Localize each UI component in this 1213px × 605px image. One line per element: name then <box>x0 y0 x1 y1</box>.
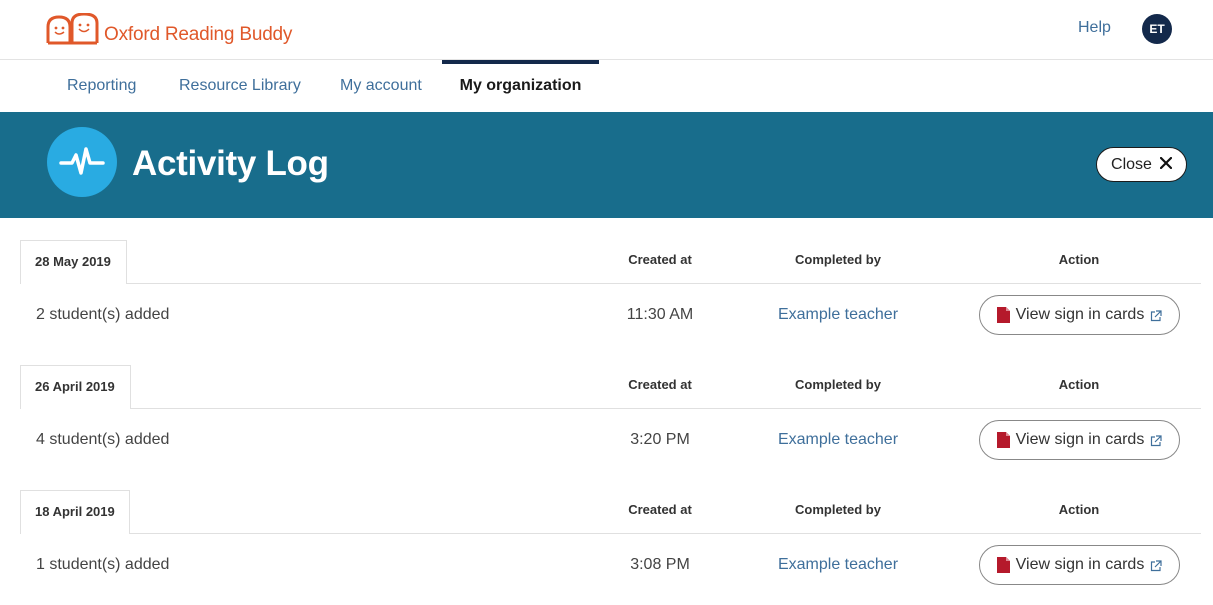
tab-resource-library[interactable]: Resource Library <box>179 60 301 112</box>
completed-by-link[interactable]: Example teacher <box>758 556 918 574</box>
completed-by-link[interactable]: Example teacher <box>758 431 918 449</box>
close-button-label: Close <box>1111 155 1152 173</box>
help-link[interactable]: Help <box>1078 19 1111 37</box>
created-at-header: Created at <box>628 377 692 392</box>
tab-reporting[interactable]: Reporting <box>67 60 136 112</box>
brand-name: Oxford Reading Buddy <box>104 24 293 45</box>
brand-logo[interactable]: Oxford Reading Buddy <box>46 12 292 46</box>
created-at-value: 3:08 PM <box>630 556 690 573</box>
user-avatar[interactable]: ET <box>1142 14 1172 44</box>
external-link-icon <box>1150 559 1162 572</box>
created-at-header: Created at <box>628 252 692 267</box>
tab-my-organization[interactable]: My organization <box>442 60 599 112</box>
page-title: Activity Log <box>132 144 329 183</box>
action-header: Action <box>1058 252 1100 267</box>
close-icon <box>1159 156 1173 174</box>
action-header: Action <box>1058 502 1100 517</box>
action-header: Action <box>1058 377 1100 392</box>
view-sign-in-cards-button[interactable]: View sign in cards <box>979 545 1180 585</box>
created-at-header: Created at <box>628 502 692 517</box>
pulse-icon <box>47 127 117 197</box>
completed-by-header: Completed by <box>795 502 881 517</box>
log-group: 28 May 2019 Created at Completed by Acti… <box>20 240 1201 365</box>
divider <box>20 283 1201 284</box>
buddy-logo-icon <box>46 12 100 45</box>
top-header: Oxford Reading Buddy Help ET <box>0 0 1213 60</box>
date-tab[interactable]: 28 May 2019 <box>20 240 127 284</box>
divider <box>20 408 1201 409</box>
view-sign-in-cards-button[interactable]: View sign in cards <box>979 420 1180 460</box>
log-group: 18 April 2019 Created at Completed by Ac… <box>20 490 1201 605</box>
action-label: View sign in cards <box>1015 431 1145 448</box>
tab-my-account[interactable]: My account <box>340 60 422 112</box>
pdf-icon <box>996 307 1010 323</box>
activity-description: 2 student(s) added <box>36 306 170 323</box>
date-tab[interactable]: 26 April 2019 <box>20 365 131 409</box>
main-nav: Reporting Resource Library My account My… <box>0 60 1213 112</box>
action-label: View sign in cards <box>1015 306 1145 323</box>
activity-log-banner: Activity Log Close <box>0 112 1213 218</box>
completed-by-header: Completed by <box>795 377 881 392</box>
date-tab[interactable]: 18 April 2019 <box>20 490 130 534</box>
divider <box>20 533 1201 534</box>
pdf-icon <box>996 557 1010 573</box>
external-link-icon <box>1150 309 1162 322</box>
activity-description: 1 student(s) added <box>36 556 170 573</box>
activity-description: 4 student(s) added <box>36 431 170 448</box>
completed-by-link[interactable]: Example teacher <box>758 306 918 324</box>
created-at-value: 11:30 AM <box>626 306 694 323</box>
completed-by-header: Completed by <box>795 252 881 267</box>
external-link-icon <box>1150 434 1162 447</box>
view-sign-in-cards-button[interactable]: View sign in cards <box>979 295 1180 335</box>
close-button[interactable]: Close <box>1096 147 1187 182</box>
log-group: 26 April 2019 Created at Completed by Ac… <box>20 365 1201 490</box>
pdf-icon <box>996 432 1010 448</box>
created-at-value: 3:20 PM <box>630 431 690 448</box>
action-label: View sign in cards <box>1015 556 1145 573</box>
